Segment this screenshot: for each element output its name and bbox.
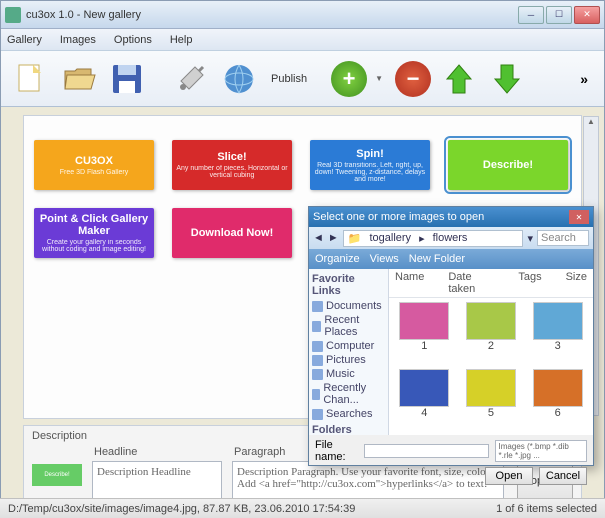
search-input[interactable]: Search bbox=[537, 230, 589, 246]
dialog-footer: File name: Images (*.bmp *.dib *.rle *.j… bbox=[309, 435, 593, 489]
column-headers[interactable]: Name Date taken Tags Size bbox=[389, 269, 593, 298]
settings-button[interactable] bbox=[171, 59, 211, 99]
minimize-button[interactable]: ─ bbox=[518, 6, 544, 24]
filetype-filter[interactable]: Images (*.bmp *.dib *.rle *.jpg ... bbox=[495, 440, 587, 462]
gallery-thumbnail[interactable]: Point & Click Gallery MakerCreate your g… bbox=[34, 208, 154, 258]
headline-label: Headline bbox=[94, 446, 222, 458]
sidebar-item[interactable]: Searches bbox=[312, 408, 385, 420]
menu-images[interactable]: Images bbox=[60, 34, 96, 46]
add-button[interactable]: + bbox=[331, 61, 367, 97]
headline-input[interactable] bbox=[92, 461, 222, 501]
maximize-button[interactable]: ☐ bbox=[546, 6, 572, 24]
file-thumbnail[interactable]: 5 bbox=[460, 369, 523, 432]
sidebar-item[interactable]: Computer bbox=[312, 340, 385, 352]
menubar: Gallery Images Options Help bbox=[1, 29, 604, 51]
crumb-2[interactable]: flowers bbox=[433, 232, 468, 245]
file-thumbnail[interactable]: 4 bbox=[393, 369, 456, 432]
move-down-button[interactable] bbox=[487, 59, 527, 99]
sidebar-item[interactable]: Music bbox=[312, 368, 385, 380]
dialog-nav: ◄ ► 📁 togallery ▸ flowers ▾ Search bbox=[309, 227, 593, 249]
col-tags[interactable]: Tags bbox=[518, 271, 541, 295]
file-thumbnail[interactable]: 1 bbox=[393, 302, 456, 365]
dialog-close-button[interactable]: ✕ bbox=[569, 210, 589, 224]
save-button[interactable] bbox=[107, 59, 147, 99]
menu-help[interactable]: Help bbox=[170, 34, 193, 46]
statusbar: D:/Temp/cu3ox/site/images/image4.jpg, 87… bbox=[0, 498, 605, 518]
breadcrumb[interactable]: 📁 togallery ▸ flowers bbox=[343, 230, 524, 247]
menu-options[interactable]: Options bbox=[114, 34, 152, 46]
window-title: cu3ox 1.0 - New gallery bbox=[26, 9, 518, 21]
app-icon bbox=[5, 7, 21, 23]
status-right: 1 of 6 items selected bbox=[496, 503, 597, 515]
col-date[interactable]: Date taken bbox=[448, 271, 494, 295]
filename-input[interactable] bbox=[364, 444, 489, 458]
gallery-thumbnail[interactable]: Spin!Real 3D transitions. Left, right, u… bbox=[310, 140, 430, 190]
filename-label: File name: bbox=[315, 439, 358, 463]
gallery-thumbnail[interactable]: Describe! bbox=[448, 140, 568, 190]
status-left: D:/Temp/cu3ox/site/images/image4.jpg, 87… bbox=[8, 503, 355, 515]
menu-gallery[interactable]: Gallery bbox=[7, 34, 42, 46]
sidebar-item[interactable]: Pictures bbox=[312, 354, 385, 366]
sidebar-item[interactable]: Recently Chan... bbox=[312, 382, 385, 406]
dialog-toolbar: Organize Views New Folder bbox=[309, 249, 593, 269]
close-button[interactable]: ✕ bbox=[574, 6, 600, 24]
dialog-sidebar: Favorite Links Documents Recent Places Com… bbox=[309, 269, 389, 435]
nav-fwd-icon[interactable]: ► bbox=[328, 232, 339, 244]
cancel-button[interactable]: Cancel bbox=[539, 467, 587, 485]
nav-back-icon[interactable]: ◄ bbox=[313, 232, 324, 244]
publish-button[interactable] bbox=[219, 59, 259, 99]
toolbar: Publish + ▼ − » bbox=[1, 51, 604, 107]
sidebar-header: Favorite Links bbox=[312, 273, 385, 297]
remove-button[interactable]: − bbox=[395, 61, 431, 97]
dialog-title: Select one or more images to open bbox=[313, 211, 484, 223]
description-thumbnail: Describe! bbox=[32, 464, 82, 486]
dialog-titlebar: Select one or more images to open ✕ bbox=[309, 207, 593, 227]
gallery-thumbnail[interactable]: CU3OXFree 3D Flash Gallery bbox=[34, 140, 154, 190]
toolbar-more-icon[interactable]: » bbox=[580, 71, 588, 87]
sidebar-item[interactable]: Documents bbox=[312, 300, 385, 312]
sidebar-item[interactable]: Recent Places bbox=[312, 314, 385, 338]
window-titlebar: cu3ox 1.0 - New gallery ─ ☐ ✕ bbox=[1, 1, 604, 29]
open-button[interactable]: Open bbox=[485, 467, 533, 485]
folders-header[interactable]: Folders bbox=[312, 424, 385, 436]
file-grid: 123 456 bbox=[389, 298, 593, 435]
newfolder-button[interactable]: New Folder bbox=[409, 253, 465, 265]
crumb-1[interactable]: togallery bbox=[369, 232, 411, 245]
file-open-dialog: Select one or more images to open ✕ ◄ ► … bbox=[308, 206, 594, 466]
col-size[interactable]: Size bbox=[566, 271, 587, 295]
open-button[interactable] bbox=[59, 59, 99, 99]
col-name[interactable]: Name bbox=[395, 271, 424, 295]
file-thumbnail[interactable]: 3 bbox=[526, 302, 589, 365]
organize-button[interactable]: Organize bbox=[315, 253, 360, 265]
add-dropdown-icon[interactable]: ▼ bbox=[375, 74, 387, 83]
gallery-thumbnail[interactable]: Download Now! bbox=[172, 208, 292, 258]
file-thumbnail[interactable]: 2 bbox=[460, 302, 523, 365]
new-button[interactable] bbox=[11, 59, 51, 99]
file-thumbnail[interactable]: 6 bbox=[526, 369, 589, 432]
move-up-button[interactable] bbox=[439, 59, 479, 99]
views-button[interactable]: Views bbox=[370, 253, 399, 265]
publish-label: Publish bbox=[271, 73, 307, 85]
gallery-thumbnail[interactable]: Slice!Any number of pieces. Horizontal o… bbox=[172, 140, 292, 190]
